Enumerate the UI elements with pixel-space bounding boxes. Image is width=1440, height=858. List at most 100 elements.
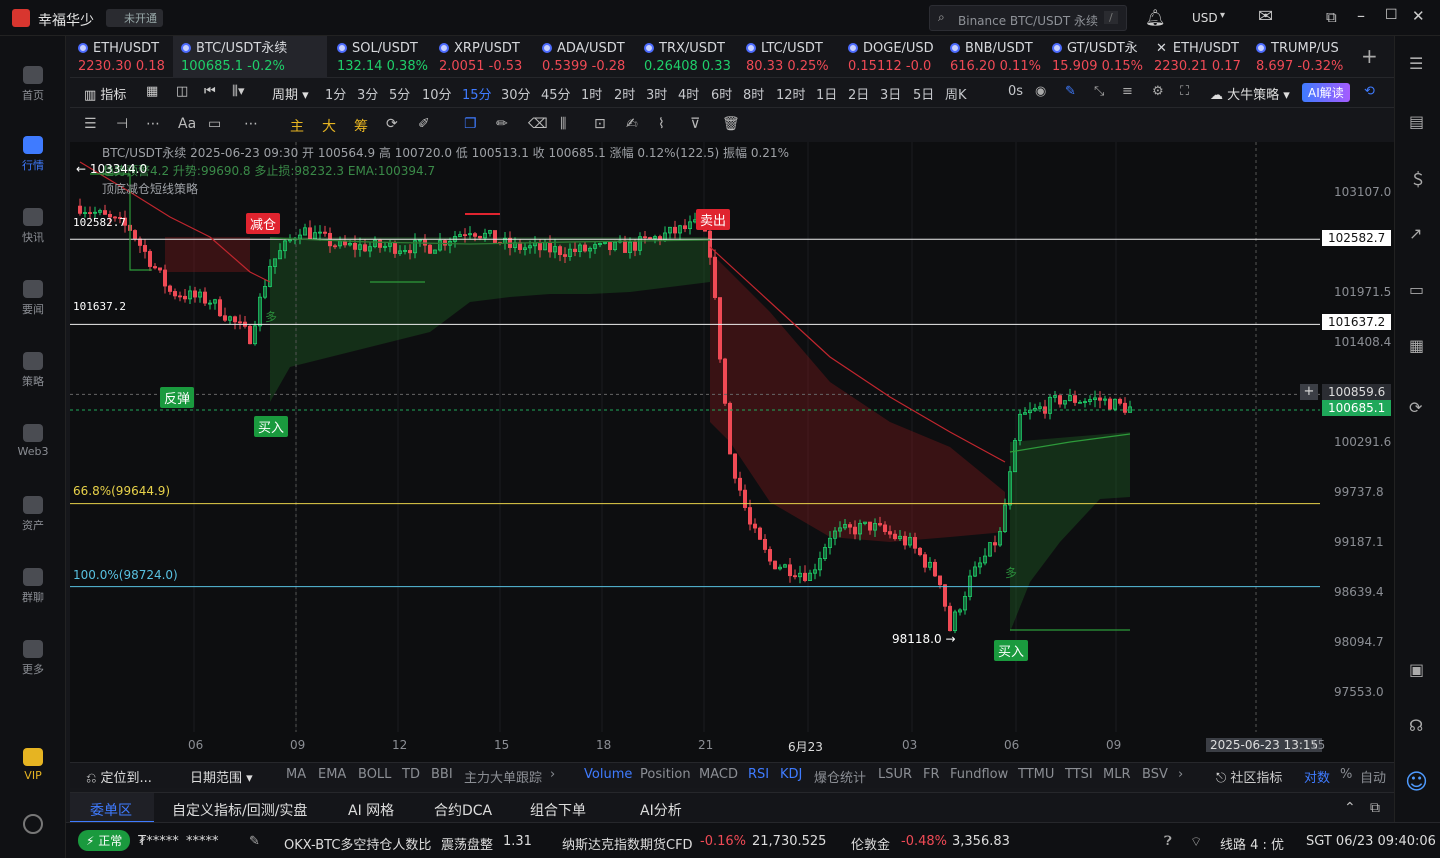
interval-6h[interactable]: 6时 [711, 84, 732, 103]
log-scale[interactable]: 对数 [1304, 767, 1330, 786]
rewind-icon[interactable]: ⏮ [204, 84, 216, 99]
interval-2h[interactable]: 2时 [614, 84, 635, 103]
main-indicator[interactable]: 主 [290, 116, 304, 136]
interval-3m[interactable]: 3分 [357, 84, 378, 103]
chip-indicator[interactable]: 筹 [354, 116, 368, 136]
ticker-tab[interactable]: XRP/USDT 2.0051 -0.53 [431, 36, 533, 78]
zero-seconds[interactable]: 0s [1008, 84, 1023, 99]
popout-icon[interactable]: ⧉ [1370, 800, 1380, 816]
tab-orders[interactable]: 委单区 [70, 793, 154, 823]
interval-15m-selected[interactable]: 15分 [462, 84, 492, 103]
multi-line-icon[interactable]: ⋯ [146, 116, 160, 132]
nav-flash[interactable]: 快讯 [0, 208, 66, 245]
strategy-select[interactable]: ☁ 大牛策略 ▾ [1210, 84, 1290, 103]
eraser-icon[interactable]: ⌫ [528, 116, 548, 132]
monitor-icon[interactable]: ▭ [1409, 280, 1424, 299]
interval-3h[interactable]: 3时 [646, 84, 667, 103]
ind-position[interactable]: Position [640, 767, 691, 782]
orderbook-icon[interactable]: ▤ [1409, 112, 1424, 131]
brush-icon[interactable]: ✐ [418, 116, 430, 132]
chevron-up-icon[interactable]: ⌃ [1344, 800, 1356, 816]
nav-strategy[interactable]: 策略 [0, 352, 66, 389]
nav-home[interactable]: 首页 [0, 66, 66, 103]
swap-icon[interactable]: ⟳ [1409, 398, 1422, 417]
more-icon[interactable]: ⋯ [244, 116, 258, 132]
interval-1h[interactable]: 1时 [581, 84, 602, 103]
close-icon[interactable]: ✕ [1412, 7, 1425, 25]
interval-2d[interactable]: 2日 [848, 84, 869, 103]
pen-icon[interactable]: ✎ [1065, 84, 1076, 99]
ticker-tab[interactable]: LTC/USDT 80.33 0.25% [738, 36, 840, 78]
interval-12h[interactable]: 12时 [776, 84, 806, 103]
edit-icon[interactable]: ✎ [249, 834, 260, 849]
interval-30m[interactable]: 30分 [501, 84, 531, 103]
nav-chat[interactable]: 群聊 [0, 568, 66, 605]
percent-scale[interactable]: % [1340, 767, 1352, 782]
ticker-tab-selected[interactable]: BTC/USDT永续 100685.1 -0.2% [173, 36, 327, 78]
locate-button[interactable]: ⎌ 定位到... [86, 767, 152, 786]
share-icon[interactable]: ⟲ [1364, 84, 1375, 99]
interval-8h[interactable]: 8时 [743, 84, 764, 103]
ticker-tab[interactable]: ADA/USDT 0.5399 -0.28 [534, 36, 636, 78]
trend-icon[interactable]: ↗ [1409, 224, 1422, 243]
filter-icon[interactable]: ⊽ [690, 116, 700, 132]
line-quality[interactable]: 线路 4 : 优 [1220, 834, 1284, 853]
ind-fundflow[interactable]: Fundflow [950, 767, 1008, 782]
ticker-tab[interactable]: DOGE/USD 0.15112 -0.0 [840, 36, 942, 78]
fullscreen-icon[interactable]: ⛶ [1180, 84, 1189, 99]
interval-1m[interactable]: 1分 [325, 84, 346, 103]
layout-split-icon[interactable]: ◫ [176, 84, 188, 99]
indicator-button[interactable]: ▥ 指标 [84, 84, 126, 103]
ind-kdj[interactable]: KDJ [780, 767, 802, 782]
bars-icon[interactable]: ⫼ [560, 116, 566, 132]
note-icon[interactable]: ✍ [626, 116, 638, 132]
tab-ai-analysis[interactable]: AI分析 [640, 800, 682, 820]
tab-combo-order[interactable]: 组合下单 [530, 800, 586, 820]
ind-rsi[interactable]: RSI [748, 767, 769, 782]
headset-icon[interactable]: ☊ [1409, 716, 1423, 735]
ticker-tab[interactable]: TRX/USDT 0.26408 0.33 [636, 36, 738, 78]
ticker-tab[interactable]: TRUMP/US 8.697 -0.32% [1248, 36, 1350, 78]
ruler-icon[interactable]: ▭ [208, 116, 221, 132]
maximize-icon[interactable]: ☐ [1385, 7, 1398, 23]
menu-lines-icon[interactable]: ☰ [84, 116, 97, 132]
period-select[interactable]: 周期 ▾ [272, 84, 309, 103]
ind-ttsi[interactable]: TTSI [1065, 767, 1093, 782]
big-order-indicator[interactable]: 大 [322, 116, 336, 136]
ind-lsur[interactable]: LSUR [878, 767, 912, 782]
auto-scale[interactable]: 自动 [1360, 767, 1386, 786]
ind-fr[interactable]: FR [923, 767, 940, 782]
search-box[interactable]: ⌕ Binance BTC/USDT 永续 / [929, 5, 1127, 31]
ind-td[interactable]: TD [402, 767, 420, 782]
nav-assets[interactable]: 资产 [0, 496, 66, 533]
nav-web3[interactable]: Web3 [0, 424, 66, 458]
calendar-icon[interactable]: ▦ [146, 84, 158, 99]
ind-bsv[interactable]: BSV [1142, 767, 1168, 782]
camera-icon[interactable]: ◉ [1035, 84, 1046, 99]
nav-vip[interactable]: VIP [0, 748, 66, 782]
mail-icon[interactable]: ✉ [1258, 6, 1273, 27]
minimize-icon[interactable]: – [1357, 6, 1365, 25]
nav-market[interactable]: 行情 [0, 136, 66, 173]
hline-icon[interactable]: ⊣ [116, 116, 128, 132]
magnet-icon[interactable]: ⌇ [658, 116, 665, 132]
tab-contract-dca[interactable]: 合约DCA [434, 800, 492, 820]
lines-icon[interactable]: ≡ [1122, 84, 1133, 99]
add-order-icon[interactable]: + [1300, 384, 1318, 400]
calculator-icon[interactable]: ▦ [1409, 336, 1424, 355]
resize-icon[interactable]: ⤡ [1094, 84, 1104, 99]
account-badge[interactable]: 未开通 [106, 9, 163, 27]
interval-3d[interactable]: 3日 [880, 84, 901, 103]
interval-week[interactable]: 周K [945, 84, 967, 103]
search-input[interactable]: Binance BTC/USDT 永续 [958, 12, 1098, 29]
candle-type-icon[interactable]: ⫼▾ [232, 84, 245, 99]
pencil-icon[interactable]: ✏ [496, 116, 508, 132]
copy-icon[interactable]: ❐ [464, 116, 477, 132]
ticker-tab[interactable]: ETH/USDT 2230.30 0.18 [70, 36, 172, 78]
tab-ai-grid[interactable]: AI 网格 [348, 800, 394, 820]
ind-macd[interactable]: MACD [699, 767, 738, 782]
lock-icon[interactable]: ⊡ [594, 116, 606, 132]
ticker-tab[interactable]: BNB/USDT 616.20 0.11% [942, 36, 1044, 78]
ind-ma[interactable]: MA [286, 767, 306, 782]
interval-45m[interactable]: 45分 [541, 84, 571, 103]
